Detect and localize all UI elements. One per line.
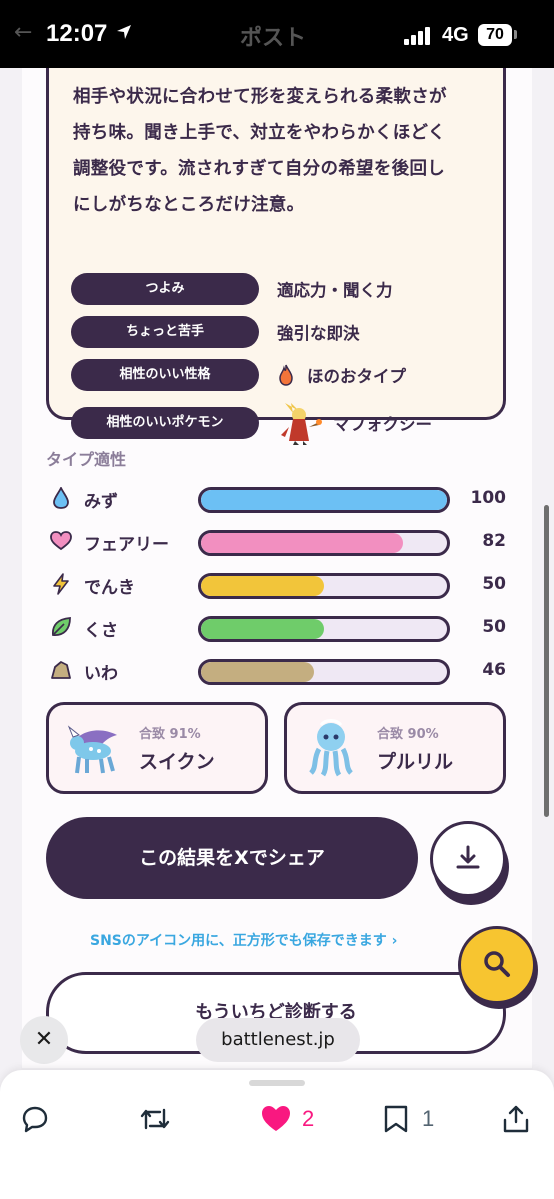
delphox-sprite-icon (281, 403, 322, 445)
type-name: でんき (84, 578, 135, 598)
trait-label: 相性のいい性格 (71, 359, 259, 391)
trait-label: つよみ (71, 273, 259, 305)
type-value: 50 (482, 617, 506, 637)
type-row-electric: でんき 50 (46, 570, 506, 600)
retweet-icon (140, 1108, 170, 1130)
cellular-signal-icon (404, 26, 432, 45)
type-bar-fill (201, 490, 447, 510)
match-card-1[interactable]: 合致 91% スイクン (46, 702, 268, 794)
battery-tip (514, 30, 517, 39)
download-icon (456, 845, 480, 869)
suicune-sprite-icon (67, 725, 117, 774)
reply-icon (22, 1106, 48, 1133)
type-value: 46 (482, 660, 506, 680)
result-card: 相手や状況に合わせて形を変えられる柔軟さが 持ち味。聞き上手で、対立をやわらかく… (46, 68, 506, 445)
type-section-title: タイプ適性 (46, 450, 127, 469)
type-name: フェアリー (84, 535, 169, 555)
type-bar-fill (201, 662, 315, 682)
match-name: プルリル (377, 751, 454, 773)
water-drop-icon (53, 487, 69, 509)
type-row-fairy: フェアリー 82 (46, 527, 506, 557)
lightning-icon (53, 573, 69, 595)
header-title-ghost: ポスト (240, 26, 307, 51)
download-button[interactable] (430, 821, 506, 897)
flame-icon (279, 364, 293, 386)
status-bar: ← 12:07 ポスト 4G 70 (0, 0, 554, 68)
leaf-icon (52, 617, 71, 636)
network-type: 4G (442, 24, 469, 46)
tweet-action-bar: 2 1 (0, 1070, 554, 1199)
share-on-x-button[interactable]: この結果をXでシェア (46, 817, 418, 899)
type-bar-fill (201, 533, 403, 553)
battery-icon: 70 (478, 24, 512, 46)
like-count: 2 (302, 1106, 315, 1131)
url-bar[interactable]: battlenest.jp (196, 1018, 360, 1062)
trait-value: マフォクシー (333, 415, 432, 434)
match-percent: 合致 90% (377, 727, 439, 742)
match-name: スイクン (139, 751, 215, 773)
trait-label: ちょっと苦手 (71, 316, 259, 348)
type-bar (198, 530, 450, 556)
status-time: 12:07 (46, 20, 108, 47)
type-row-grass: くさ 50 (46, 613, 506, 643)
share-icon (503, 1105, 529, 1133)
rock-icon (51, 661, 71, 679)
type-value: 50 (482, 574, 506, 594)
trait-value: 強引な即決 (277, 324, 360, 343)
scrollbar[interactable] (544, 505, 549, 817)
trait-value: 適応力・聞く力 (277, 281, 393, 300)
bookmark-count: 1 (422, 1106, 435, 1131)
search-icon (484, 951, 510, 977)
type-bar (198, 573, 450, 599)
type-bar-fill (201, 619, 324, 639)
type-name: みず (84, 492, 118, 512)
retweet-button[interactable] (138, 1104, 172, 1134)
sheet-grab-handle[interactable] (249, 1080, 305, 1086)
type-name: いわ (84, 664, 118, 684)
type-bar (198, 659, 450, 685)
match-card-2[interactable]: 合致 90% プルリル (284, 702, 506, 794)
heart-filled-icon (262, 1106, 290, 1131)
type-value: 100 (470, 488, 507, 508)
like-button[interactable]: 2 (260, 1104, 314, 1134)
type-bar (198, 487, 450, 513)
type-row-rock: いわ 46 (46, 656, 506, 686)
match-percent: 合致 91% (139, 727, 201, 742)
type-name: くさ (84, 621, 118, 641)
description-line: 相手や状況に合わせて形を変えられる柔軟さが (73, 87, 447, 107)
back-arrow-icon[interactable]: ← (14, 20, 32, 45)
description-line: 持ち味。聞き上手で、対立をやわらかくほどく (73, 123, 446, 143)
reply-button[interactable] (20, 1104, 50, 1134)
trait-label: 相性のいいポケモン (71, 407, 259, 439)
square-save-link[interactable]: SNSのアイコン用に、正方形でも保存できます › (90, 930, 397, 950)
close-browser-button[interactable]: ✕ (20, 1016, 68, 1064)
personality-description: 相手や状況に合わせて形を変えられる柔軟さが 持ち味。聞き上手で、対立をやわらかく… (73, 79, 485, 223)
frillish-sprite-icon (309, 719, 353, 777)
description-line: にしがちなところだけ注意。 (73, 195, 305, 215)
share-tweet-button[interactable] (502, 1104, 530, 1134)
bookmark-button[interactable]: 1 (382, 1104, 434, 1134)
type-bar (198, 616, 450, 642)
heart-icon (50, 531, 72, 551)
trait-value: ほのおタイプ (307, 367, 406, 386)
description-line: 調整役です。流されすぎて自分の希望を後回し (73, 159, 446, 179)
type-value: 82 (482, 531, 506, 551)
type-row-water: みず 100 (46, 484, 506, 514)
bookmark-icon (384, 1105, 408, 1133)
web-page: 相手や状況に合わせて形を変えられる柔軟さが 持ち味。聞き上手で、対立をやわらかく… (22, 68, 532, 1068)
search-button[interactable] (458, 926, 536, 1004)
type-bar-fill (201, 576, 324, 596)
location-arrow-icon (117, 25, 131, 39)
